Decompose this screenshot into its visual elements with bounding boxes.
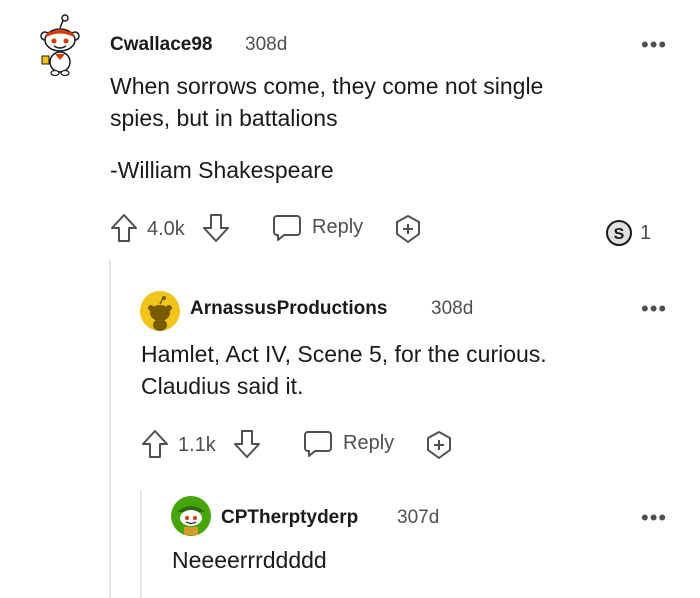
silver-award-icon[interactable]: S xyxy=(604,218,634,248)
comment-username[interactable]: CPTherptyderp xyxy=(221,507,358,529)
comment-body-line: Hamlet, Act IV, Scene 5, for the curious… xyxy=(141,341,547,367)
comment-body-line: spies, but in battalions xyxy=(110,105,338,131)
comment-timestamp: 308d xyxy=(431,298,474,319)
avatar[interactable] xyxy=(140,291,180,331)
snoo-avatar-icon xyxy=(171,496,211,536)
snoo-avatar-icon xyxy=(40,14,80,77)
comment-body-line: Neeeerrrddddd xyxy=(172,547,327,573)
comment-body-line: Claudius said it. xyxy=(141,373,304,399)
more-options-icon[interactable]: ••• xyxy=(641,507,667,529)
award-count: 1 xyxy=(640,222,652,244)
comment-username[interactable]: ArnassusProductions xyxy=(190,298,387,320)
svg-text:S: S xyxy=(614,226,625,243)
reply-icon[interactable] xyxy=(303,430,333,458)
reply-icon[interactable] xyxy=(272,214,302,242)
comment-timestamp: 308d xyxy=(245,34,288,55)
more-options-icon[interactable]: ••• xyxy=(641,34,667,56)
thread-line[interactable] xyxy=(109,260,111,598)
comment-username[interactable]: Cwallace98 xyxy=(110,34,212,56)
upvote-icon[interactable] xyxy=(110,213,138,243)
comment-timestamp: 307d xyxy=(397,507,440,528)
reply-button[interactable]: Reply xyxy=(312,216,363,239)
comment-body-line: When sorrows come, they come not single xyxy=(110,73,544,99)
vote-score: 1.1k xyxy=(178,434,216,456)
avatar[interactable] xyxy=(36,14,84,78)
avatar[interactable] xyxy=(171,496,211,536)
reply-button[interactable]: Reply xyxy=(343,432,394,455)
upvote-icon[interactable] xyxy=(141,429,169,459)
award-add-icon[interactable] xyxy=(424,430,454,460)
award-add-icon[interactable] xyxy=(393,214,423,244)
thread-line[interactable] xyxy=(140,490,142,598)
downvote-icon[interactable] xyxy=(233,429,261,459)
snoo-avatar-icon xyxy=(140,291,180,331)
more-options-icon[interactable]: ••• xyxy=(641,298,667,320)
vote-score: 4.0k xyxy=(147,218,185,240)
comment-signature: -William Shakespeare xyxy=(110,157,334,183)
downvote-icon[interactable] xyxy=(202,213,230,243)
